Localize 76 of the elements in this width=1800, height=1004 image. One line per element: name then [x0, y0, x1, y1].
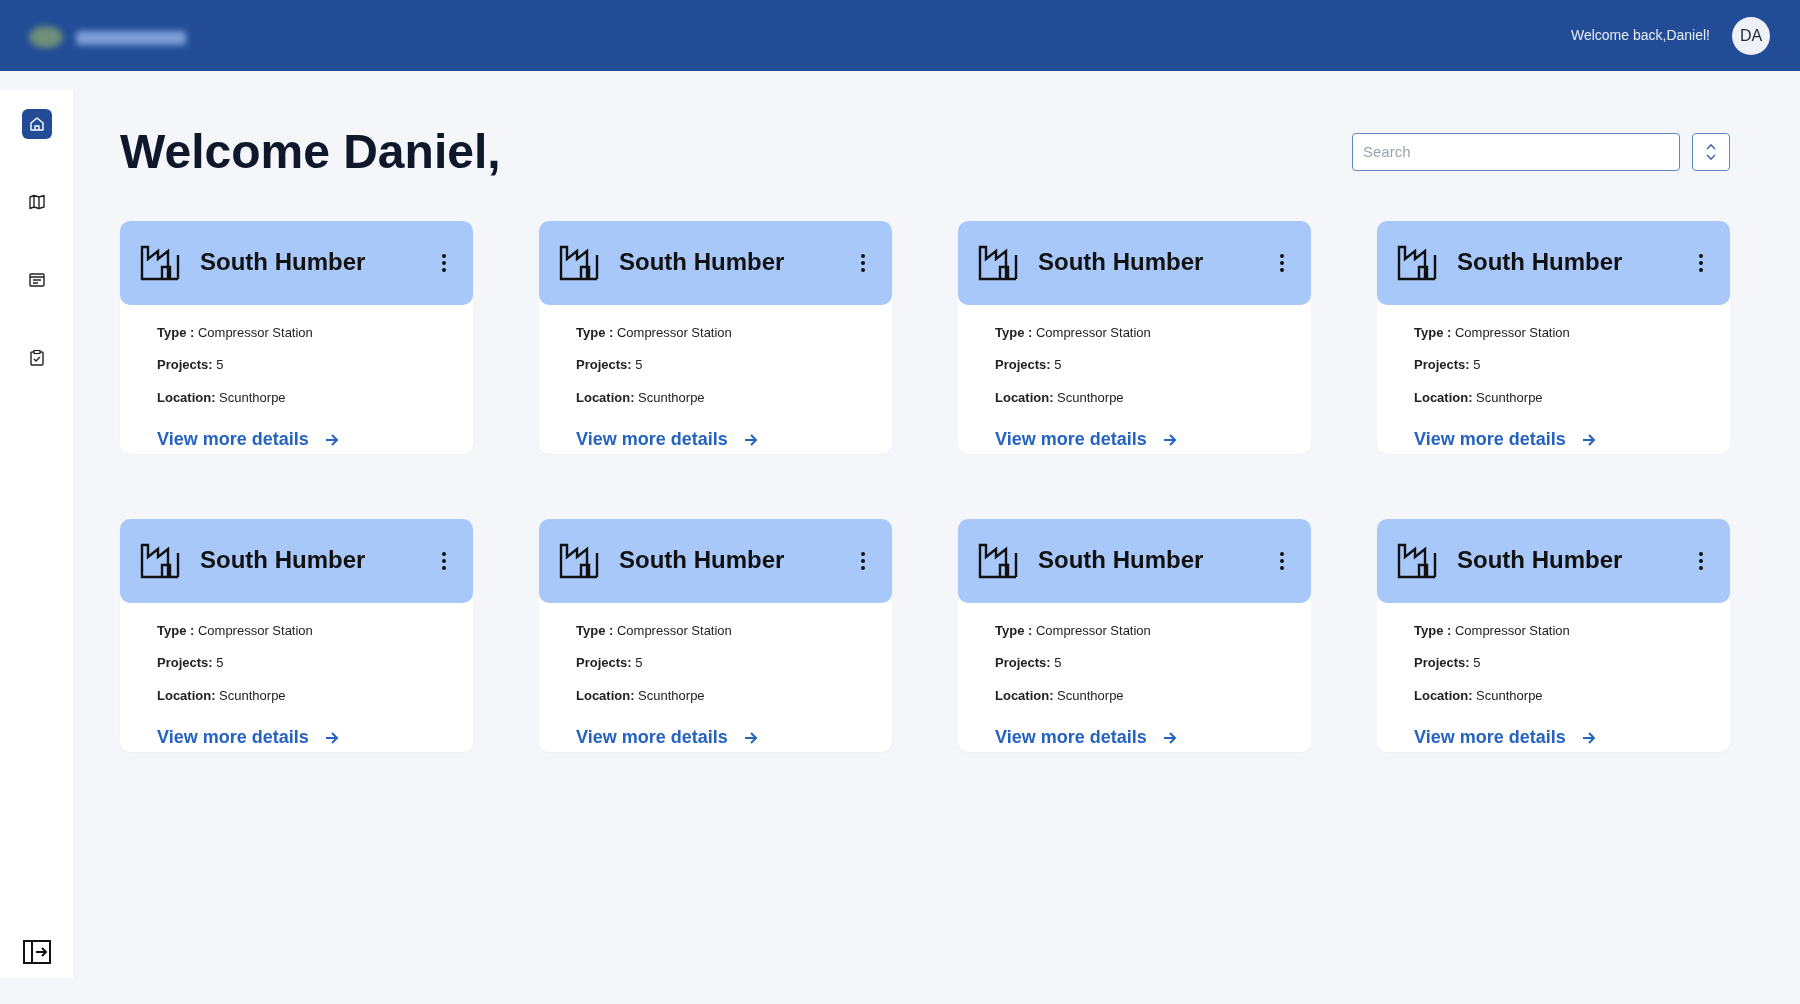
card-detail: Type : Compressor Station — [995, 323, 1152, 342]
card-detail: Projects: 5 — [576, 356, 644, 375]
kebab-icon — [860, 252, 866, 273]
card-detail: Projects: 5 — [1414, 654, 1482, 673]
card-detail: Projects: 5 — [157, 654, 225, 673]
card-detail: Type : Compressor Station — [157, 621, 314, 640]
arrow-right-icon — [1581, 730, 1596, 745]
card-detail: Projects: 5 — [1414, 356, 1482, 375]
greeting-text: Welcome back,Daniel! — [1570, 26, 1710, 45]
card-detail: Location: Scunthorpe — [576, 686, 706, 705]
kebab-icon — [1279, 252, 1285, 273]
kebab-icon — [441, 252, 447, 273]
factory-icon — [1397, 542, 1437, 579]
sort-icon — [1705, 141, 1717, 162]
kebab-icon — [1698, 550, 1704, 571]
card-detail: Location: Scunthorpe — [576, 388, 706, 407]
card-detail: Projects: 5 — [995, 654, 1063, 673]
arrow-right-icon — [1162, 432, 1177, 447]
kebab-icon — [860, 550, 866, 571]
card-detail: Location: Scunthorpe — [995, 686, 1125, 705]
card-detail: Type : Compressor Station — [1414, 323, 1571, 342]
view-details-link[interactable]: View more details — [576, 724, 758, 752]
collapse-sidebar-icon[interactable] — [22, 940, 51, 964]
card-detail: Location: Scunthorpe — [995, 388, 1125, 407]
arrow-right-icon — [1581, 432, 1596, 447]
kebab-icon — [1698, 252, 1704, 273]
sort-button[interactable] — [1692, 132, 1730, 171]
kebab-icon — [441, 550, 447, 571]
card-title: South Humber — [200, 248, 367, 277]
search-field[interactable]: Search — [1352, 132, 1680, 171]
view-details-link[interactable]: View more details — [157, 724, 339, 752]
card-detail: Type : Compressor Station — [157, 323, 314, 342]
card-detail: Location: Scunthorpe — [1414, 686, 1544, 705]
arrow-right-icon — [743, 730, 758, 745]
card-detail: Type : Compressor Station — [995, 621, 1152, 640]
factory-icon — [140, 244, 180, 281]
card-detail: Location: Scunthorpe — [1414, 388, 1544, 407]
factory-icon — [140, 542, 180, 579]
page-title: Welcome Daniel, — [120, 124, 501, 180]
card-detail: Type : Compressor Station — [576, 621, 733, 640]
view-details-link[interactable]: View more details — [576, 426, 758, 454]
factory-icon — [978, 244, 1018, 281]
view-details-link[interactable]: View more details — [1414, 724, 1596, 752]
card-detail: Location: Scunthorpe — [157, 686, 287, 705]
view-details-link[interactable]: View more details — [157, 426, 339, 454]
card-detail: Type : Compressor Station — [1414, 621, 1571, 640]
arrow-right-icon — [324, 432, 339, 447]
card-title: South Humber — [1457, 248, 1624, 277]
view-details-link[interactable]: View more details — [1414, 426, 1596, 454]
card-detail: Location: Scunthorpe — [157, 388, 287, 407]
card-title: South Humber — [619, 546, 786, 575]
card-title: South Humber — [619, 248, 786, 277]
user-avatar[interactable]: DA — [1732, 16, 1770, 55]
home-icon — [27, 115, 46, 133]
clipboard-check-icon — [27, 349, 46, 367]
card-title: South Humber — [200, 546, 367, 575]
card-detail: Projects: 5 — [157, 356, 225, 375]
kebab-icon — [1279, 550, 1285, 571]
card-title: South Humber — [1038, 546, 1205, 575]
card-title: South Humber — [1457, 546, 1624, 575]
view-details-link[interactable]: View more details — [995, 724, 1177, 752]
map-icon — [27, 193, 46, 211]
arrow-right-icon — [324, 730, 339, 745]
arrow-right-icon — [743, 432, 758, 447]
sidebar-item[interactable] — [21, 109, 52, 139]
card-detail: Projects: 5 — [995, 356, 1063, 375]
arrow-right-icon — [1162, 730, 1177, 745]
factory-icon — [1397, 244, 1437, 281]
card-title: South Humber — [1038, 248, 1205, 277]
document-icon — [27, 271, 46, 289]
factory-icon — [978, 542, 1018, 579]
factory-icon — [559, 244, 599, 281]
view-details-link[interactable]: View more details — [995, 426, 1177, 454]
card-detail: Projects: 5 — [576, 654, 644, 673]
card-detail: Type : Compressor Station — [576, 323, 733, 342]
factory-icon — [559, 542, 599, 579]
